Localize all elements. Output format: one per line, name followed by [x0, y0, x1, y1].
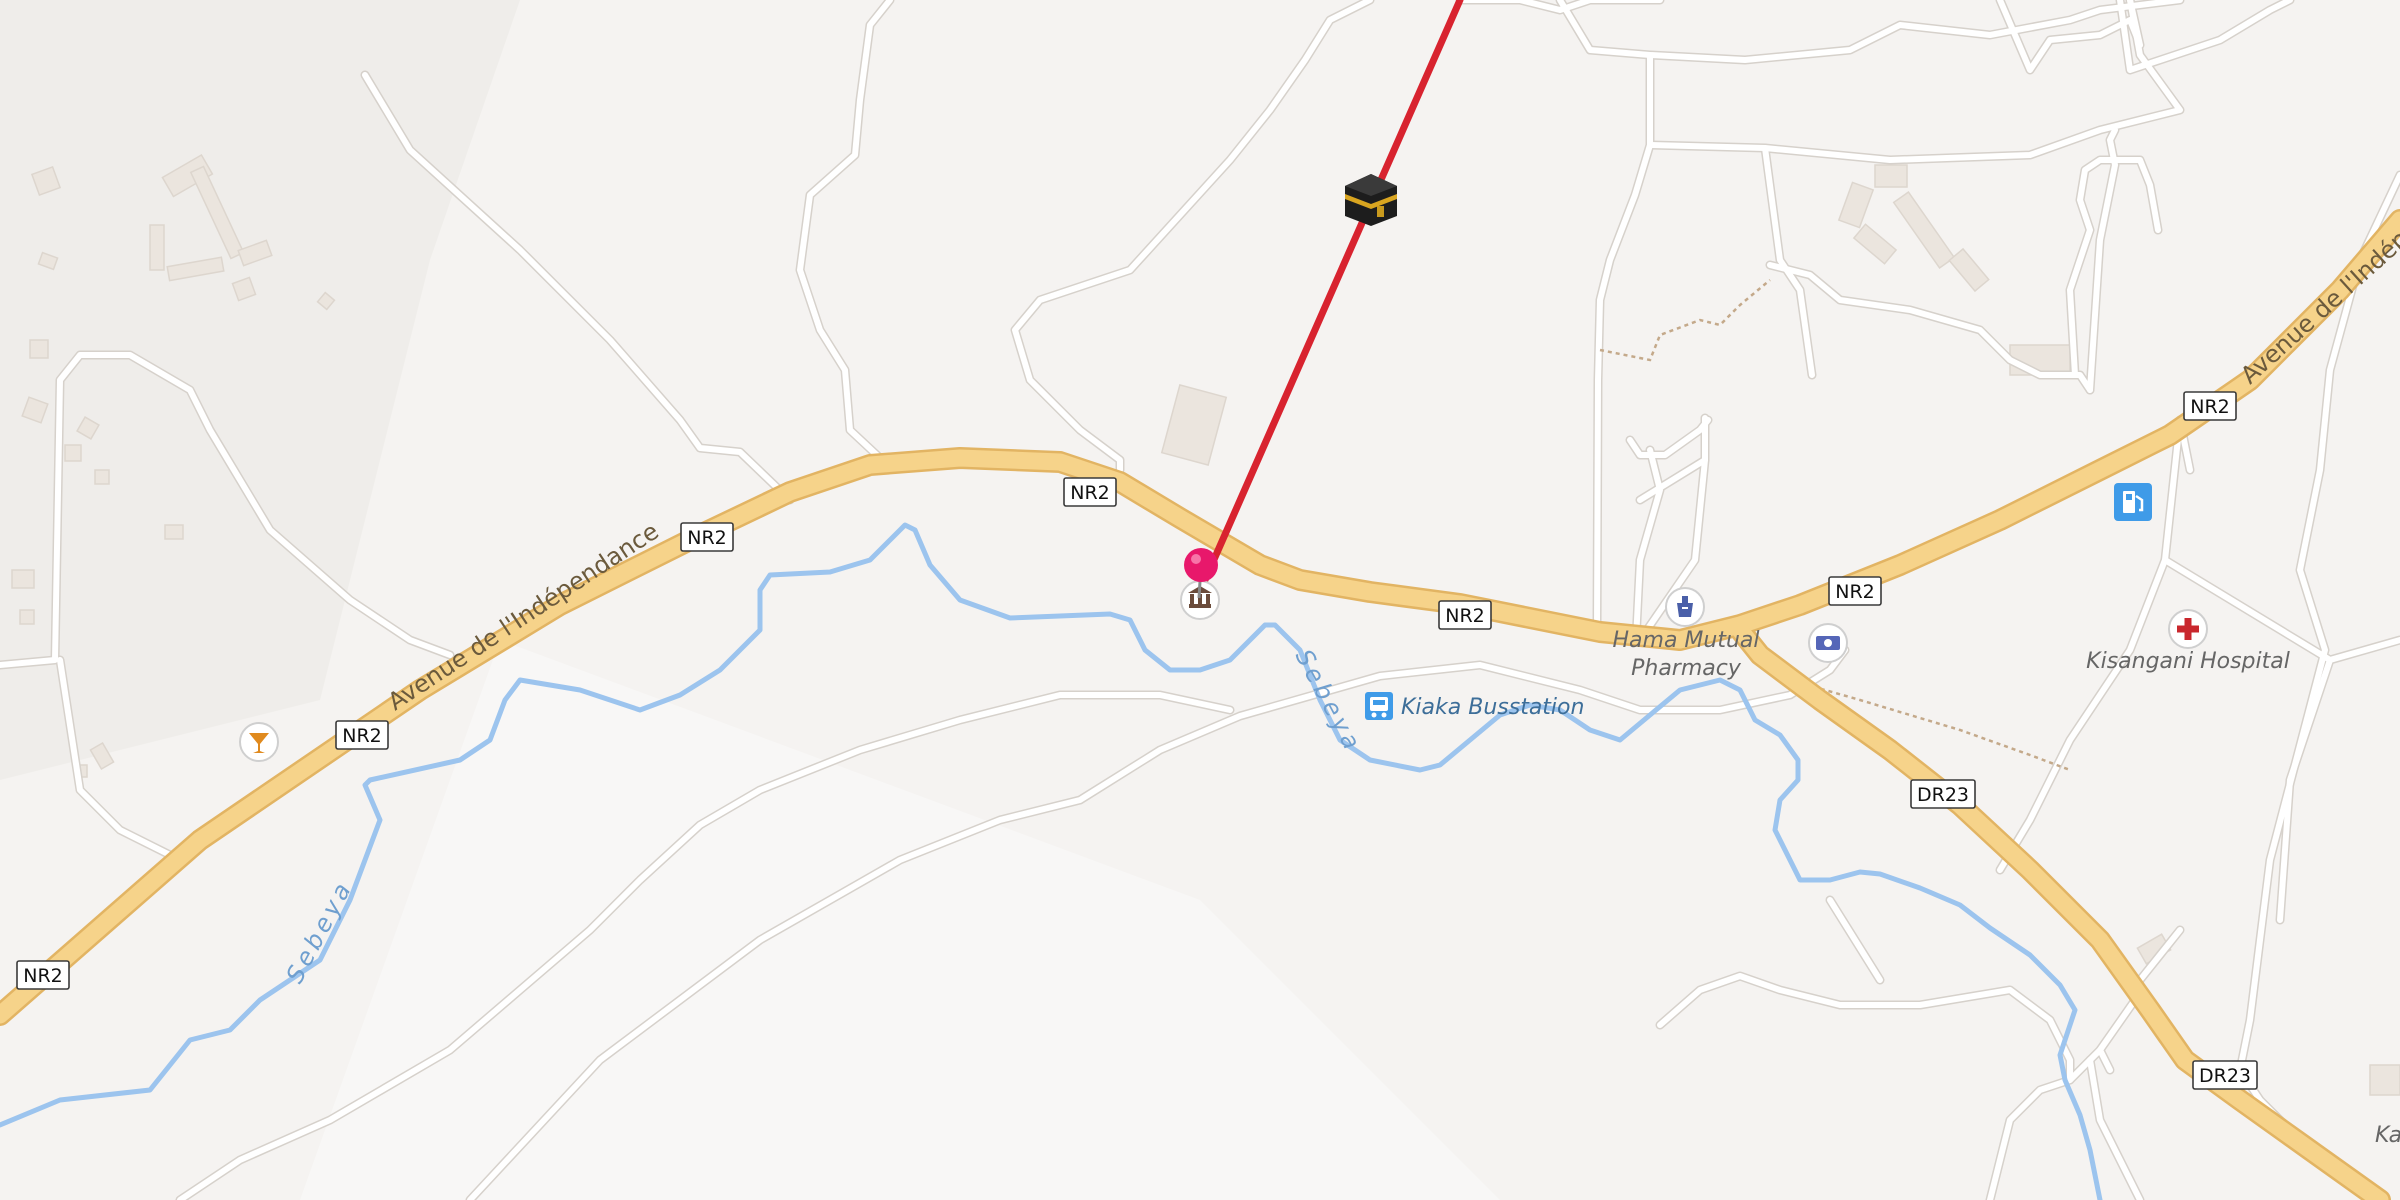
poi-label-pharmacy-line2: Pharmacy [1631, 656, 1742, 681]
road-shield-nr2: NR2 [335, 720, 389, 750]
cocktail-icon[interactable] [239, 722, 279, 762]
poi-label-bus-station: Kiaka Busstation [1401, 695, 1584, 720]
svg-text:DR23: DR23 [1917, 784, 1969, 806]
road-shield-nr2: NR2 [2183, 391, 2237, 421]
banknote-icon[interactable] [1808, 623, 1848, 663]
svg-text:NR2: NR2 [2190, 396, 2230, 418]
road-shield-nr2: NR2 [1828, 576, 1882, 606]
road-shield-nr2: NR2 [1438, 600, 1492, 630]
road-shield-dr23: DR23 [1910, 779, 1976, 809]
svg-text:NR2: NR2 [23, 965, 63, 987]
road-shield-nr2: NR2 [16, 960, 70, 990]
bus-icon[interactable] [1365, 692, 1393, 720]
fuel-icon[interactable] [2114, 483, 2152, 521]
pharmacy-icon[interactable] [1665, 587, 1705, 627]
road-shield-nr2: NR2 [1063, 477, 1117, 507]
svg-text:NR2: NR2 [1070, 482, 1110, 504]
poi-label-pharmacy: Hama Mutual [1612, 628, 1759, 653]
hospital-cross-icon[interactable] [2168, 609, 2208, 649]
road-shield-nr2: NR2 [680, 522, 734, 552]
svg-text:DR23: DR23 [2199, 1065, 2251, 1087]
svg-text:NR2: NR2 [342, 725, 382, 747]
map-canvas[interactable]: Avenue de l'Indépendance Avenue de l'Ind… [0, 0, 2400, 1200]
road-shield-dr23: DR23 [2192, 1060, 2258, 1090]
svg-text:NR2: NR2 [1835, 581, 1875, 603]
poi-label-partial: Ka [2375, 1123, 2400, 1148]
poi-label-hospital: Kisangani Hospital [2086, 649, 2290, 674]
svg-text:NR2: NR2 [687, 527, 727, 549]
svg-text:NR2: NR2 [1445, 605, 1485, 627]
